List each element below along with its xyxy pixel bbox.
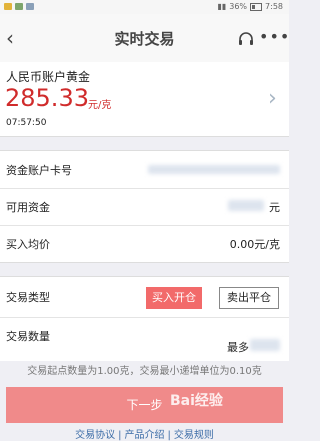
available-funds-label: 可用资金 — [6, 201, 50, 214]
available-funds-row: 可用资金 元 — [0, 188, 289, 224]
chevron-right-icon[interactable]: › — [268, 86, 277, 111]
notification-icon — [4, 3, 12, 10]
account-section: 资金账户卡号 可用资金 元 买入均价 0.00元/克 — [0, 150, 289, 263]
chevron-left-icon[interactable]: ‹ — [6, 26, 24, 50]
average-price-value: 0.00元/克 — [229, 238, 280, 251]
notification-icon — [26, 3, 34, 10]
battery-icon — [250, 2, 263, 11]
sell-close-button[interactable]: 卖出平仓 — [219, 287, 279, 309]
battery-percent: 36% — [229, 2, 248, 11]
available-funds-unit: 元 — [269, 201, 280, 214]
price-time: 07:57:50 — [6, 118, 47, 128]
next-step-button[interactable]: 下一步 — [6, 387, 283, 423]
quantity-max-label: 最多 — [227, 341, 249, 354]
quantity-hint: 交易起点数量为1.00克，交易最小递增单位为0.10克 — [27, 366, 262, 377]
more-icon[interactable]: ••• — [259, 27, 290, 46]
product-card[interactable]: 人民币账户黄金 285.33 元/克 07:57:50 › — [0, 62, 289, 137]
average-price-label: 买入均价 — [6, 238, 50, 251]
link-product-intro[interactable]: 产品介绍 — [125, 430, 165, 441]
card-number-redacted — [148, 165, 280, 174]
product-price: 285.33 — [5, 84, 89, 112]
trade-type-label: 交易类型 — [6, 291, 50, 304]
link-divider: | — [167, 430, 171, 441]
available-funds-redacted — [228, 200, 264, 211]
price-unit: 元/克 — [88, 100, 112, 111]
headset-icon[interactable] — [237, 30, 255, 48]
status-bar: ▮▮ 36% 7:58 — [0, 0, 289, 14]
nav-bar: ‹ 实时交易 ••• — [0, 14, 289, 63]
notification-icons — [4, 3, 34, 10]
card-number-label: 资金账户卡号 — [6, 164, 72, 177]
product-name: 人民币账户黄金 — [6, 70, 91, 84]
quantity-label: 交易数量 — [6, 330, 50, 343]
clock: 7:58 — [265, 2, 283, 11]
signal-icon: ▮▮ — [217, 2, 227, 11]
card-number-row[interactable]: 资金账户卡号 — [0, 151, 289, 187]
link-divider: | — [118, 430, 122, 441]
buy-open-button[interactable]: 买入开仓 — [146, 287, 202, 309]
average-price-row: 买入均价 0.00元/克 — [0, 225, 289, 261]
link-trade-rules[interactable]: 交易规则 — [174, 430, 214, 441]
link-trade-agreement[interactable]: 交易协议 — [75, 430, 115, 441]
quantity-row[interactable]: 交易数量 最多 — [0, 317, 289, 354]
quantity-max-redacted — [250, 339, 280, 351]
notification-icon — [15, 3, 23, 10]
status-right: ▮▮ 36% 7:58 — [217, 2, 283, 11]
footer-links: 交易协议 | 产品介绍 | 交易规则 — [0, 426, 289, 441]
trade-section: 交易类型 买入开仓 卖出平仓 交易数量 最多 — [0, 276, 289, 361]
